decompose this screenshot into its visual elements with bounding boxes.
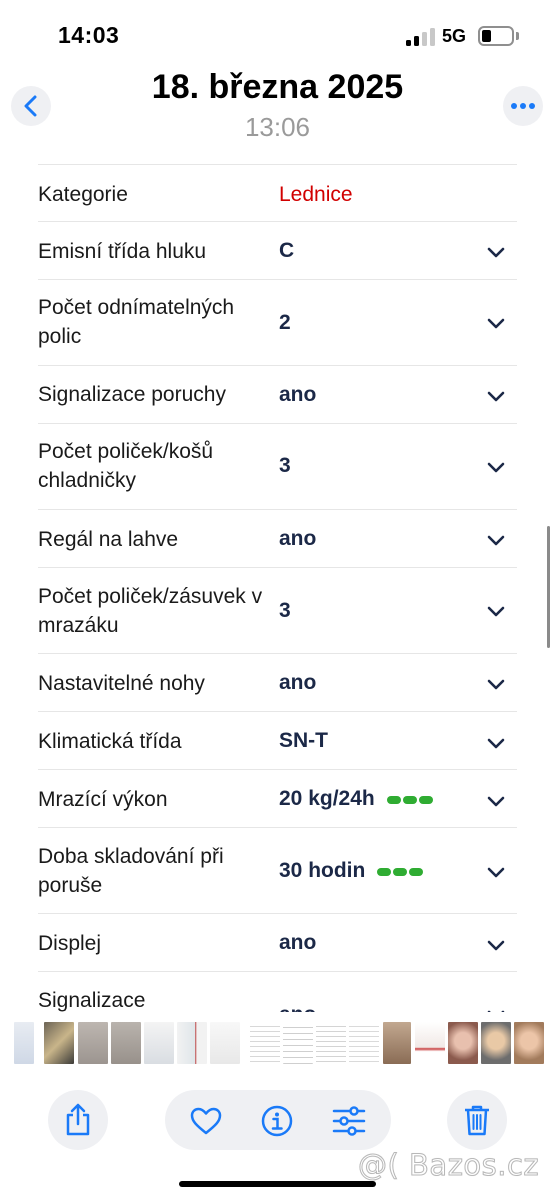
chevron-down-icon[interactable] bbox=[487, 318, 505, 329]
battery-icon bbox=[478, 26, 514, 46]
photo-thumbnail[interactable] bbox=[44, 1022, 74, 1064]
chevron-down-icon[interactable] bbox=[487, 1010, 505, 1012]
row-value: ano bbox=[279, 383, 317, 406]
more-button[interactable] bbox=[503, 86, 543, 126]
row-value: 3 bbox=[279, 599, 291, 622]
photo-thumbnail[interactable] bbox=[210, 1022, 240, 1064]
photo-thumbnail[interactable] bbox=[250, 1022, 280, 1064]
photo-thumbnail[interactable] bbox=[448, 1022, 478, 1064]
row-label: Signalizace poruchy bbox=[38, 383, 226, 406]
network-type: 5G bbox=[442, 26, 467, 46]
photo-thumbnail[interactable] bbox=[78, 1022, 108, 1064]
row-value: ano bbox=[279, 671, 317, 694]
row-label: Kategorie bbox=[38, 183, 128, 206]
row-label: Regál na lahve bbox=[38, 528, 179, 551]
photo-thumbnail[interactable] bbox=[316, 1022, 346, 1064]
cellular-signal-icon bbox=[406, 28, 436, 46]
chevron-down-icon[interactable] bbox=[487, 462, 505, 473]
photo-thumbnail[interactable] bbox=[177, 1022, 207, 1064]
table-row: Kategorie Lednice bbox=[38, 164, 517, 222]
table-row[interactable]: Nastavitelné nohy ano bbox=[38, 653, 517, 712]
table-row[interactable]: Displej ano bbox=[38, 913, 517, 972]
row-value: 30 hodin bbox=[279, 859, 425, 883]
chevron-down-icon[interactable] bbox=[487, 391, 505, 402]
delete-button[interactable] bbox=[447, 1090, 507, 1150]
home-indicator[interactable] bbox=[179, 1181, 376, 1187]
chevron-down-icon[interactable] bbox=[487, 535, 505, 546]
spec-table: Kategorie Lednice Emisní třída hluku C P… bbox=[0, 164, 555, 1012]
row-value: 3 bbox=[279, 454, 291, 477]
row-label: Displej bbox=[38, 932, 102, 955]
row-label: Počet poliček/zásuvek v mrazáku bbox=[38, 585, 263, 637]
chevron-down-icon[interactable] bbox=[487, 940, 505, 951]
row-label: Signalizace bbox=[38, 989, 146, 1012]
table-row[interactable]: Regál na lahve ano bbox=[38, 509, 517, 568]
photo-thumbnail[interactable] bbox=[349, 1022, 379, 1064]
heart-icon[interactable] bbox=[190, 1107, 222, 1135]
table-row[interactable]: Doba skladování při poruše 30 hodin bbox=[38, 827, 517, 914]
table-row[interactable]: Mrazící výkon 20 kg/24h bbox=[38, 769, 517, 828]
photo-thumbnail-strip[interactable] bbox=[0, 1020, 555, 1066]
table-row[interactable]: Klimatická třída SN-T bbox=[38, 711, 517, 770]
photo-thumbnail[interactable] bbox=[283, 1022, 313, 1064]
page-subtitle-time: 13:06 bbox=[244, 112, 311, 142]
scroll-indicator[interactable] bbox=[547, 526, 550, 648]
row-value: SN-T bbox=[279, 729, 328, 752]
row-value: ano bbox=[279, 931, 317, 954]
table-row[interactable]: Počet poliček/košů chladničky 3 bbox=[38, 423, 517, 510]
photo-thumbnail[interactable] bbox=[14, 1022, 34, 1064]
row-label: Mrazící výkon bbox=[38, 788, 168, 811]
photo-thumbnail[interactable] bbox=[415, 1022, 445, 1064]
photo-thumbnail[interactable] bbox=[144, 1022, 174, 1064]
chevron-down-icon[interactable] bbox=[487, 606, 505, 617]
page-title: 18. března 2025 bbox=[151, 68, 404, 106]
photo-actions-pill bbox=[165, 1090, 391, 1150]
photo-thumbnail[interactable] bbox=[111, 1022, 141, 1064]
rating-dots bbox=[377, 859, 425, 883]
row-label: Nastavitelné nohy bbox=[38, 672, 205, 695]
ellipsis-icon bbox=[511, 103, 535, 109]
category-link[interactable]: Lednice bbox=[279, 183, 353, 207]
row-label: Počet poliček/košů chladničky bbox=[38, 440, 214, 492]
row-value: C bbox=[279, 239, 295, 262]
photo-thumbnail[interactable] bbox=[514, 1022, 544, 1064]
row-label: Doba skladování při poruše bbox=[38, 845, 224, 897]
chevron-down-icon[interactable] bbox=[487, 738, 505, 749]
chevron-down-icon[interactable] bbox=[487, 867, 505, 878]
row-value: 2 bbox=[279, 311, 291, 334]
row-label: Počet odnímatelných polic bbox=[38, 296, 235, 348]
table-row[interactable]: Počet odnímatelných polic 2 bbox=[38, 279, 517, 366]
photo-thumbnail[interactable] bbox=[481, 1022, 511, 1064]
table-row[interactable]: Signalizace poruchy ano bbox=[38, 365, 517, 424]
info-icon[interactable] bbox=[261, 1105, 293, 1137]
watermark: @( Bazos.cz bbox=[357, 1148, 540, 1183]
sliders-icon[interactable] bbox=[332, 1106, 366, 1136]
table-row[interactable]: Počet poliček/zásuvek v mrazáku 3 bbox=[38, 567, 517, 654]
share-icon bbox=[66, 1103, 90, 1136]
value-text: 20 kg/24h bbox=[279, 787, 375, 810]
row-label: Klimatická třída bbox=[38, 730, 182, 753]
battery-tip bbox=[516, 32, 519, 40]
chevron-down-icon[interactable] bbox=[487, 247, 505, 258]
row-label: Emisní třída hluku bbox=[38, 240, 207, 263]
row-value: ano bbox=[279, 1003, 316, 1012]
trash-icon bbox=[465, 1105, 489, 1136]
photo-thumbnail[interactable] bbox=[383, 1022, 411, 1064]
chevron-down-icon[interactable] bbox=[487, 796, 505, 807]
share-button[interactable] bbox=[48, 1090, 108, 1150]
table-row[interactable]: Emisní třída hluku C bbox=[38, 221, 517, 280]
status-time: 14:03 bbox=[58, 22, 120, 48]
rating-dots bbox=[386, 787, 435, 811]
value-text: 30 hodin bbox=[279, 859, 366, 882]
row-value: 20 kg/24h bbox=[279, 787, 435, 811]
chevron-down-icon[interactable] bbox=[487, 679, 505, 690]
row-value: ano bbox=[279, 527, 317, 550]
status-bar: 14:03 5G bbox=[0, 0, 555, 62]
table-row[interactable]: Signalizace ano bbox=[38, 971, 517, 1012]
